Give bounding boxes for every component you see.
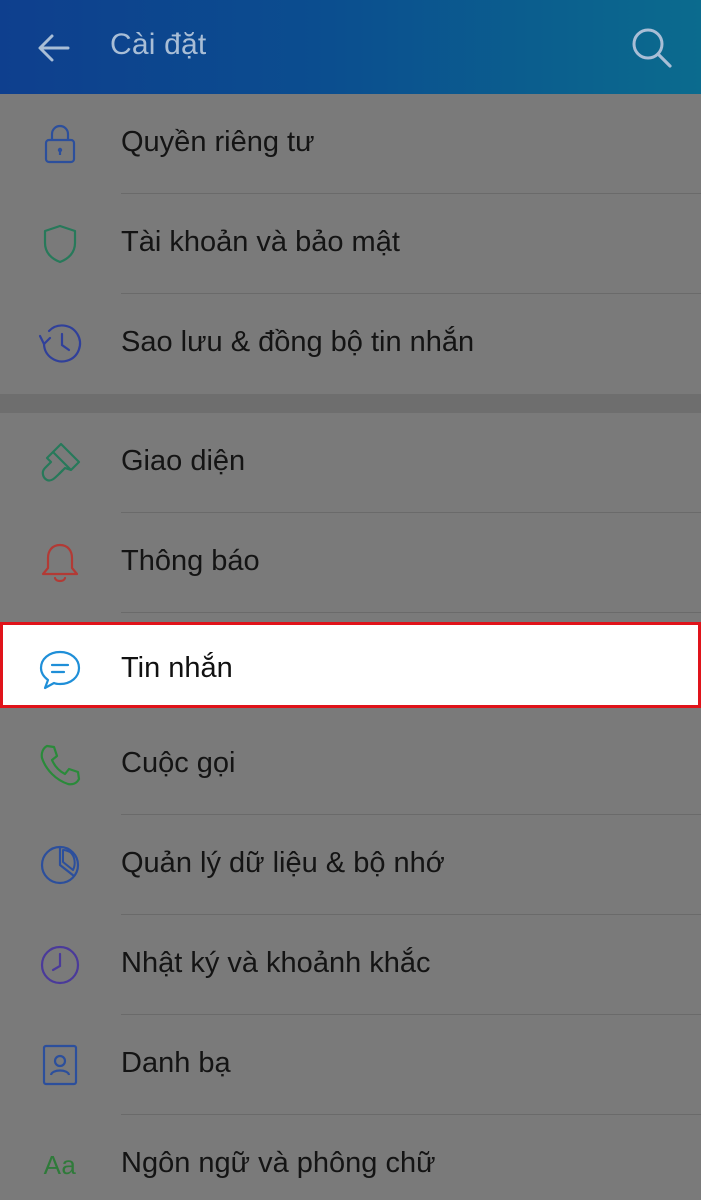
divider <box>121 612 701 613</box>
paint-brush-icon <box>36 439 84 487</box>
app-header: Cài đặt <box>0 0 701 94</box>
settings-item-label: Cuộc gọi <box>121 747 236 779</box>
settings-item-label: Tài khoản và bảo mật <box>121 226 400 258</box>
shield-icon <box>36 220 84 268</box>
arrow-left-icon <box>38 34 70 62</box>
settings-item-data-storage[interactable]: Quản lý dữ liệu & bộ nhớ <box>0 815 701 915</box>
search-icon <box>632 28 672 68</box>
settings-item-calls[interactable]: Cuộc gọi <box>0 715 701 815</box>
settings-item-label: Quản lý dữ liệu & bộ nhớ <box>121 847 445 879</box>
settings-item-diary-moments[interactable]: Nhật ký và khoảnh khắc <box>0 915 701 1015</box>
settings-item-label: Nhật ký và khoảnh khắc <box>121 947 431 979</box>
settings-item-label: Tin nhắn <box>121 652 233 684</box>
settings-item-messages[interactable]: Tin nhắn <box>0 622 701 708</box>
search-button[interactable] <box>626 22 678 74</box>
chat-bubble-icon <box>36 646 84 694</box>
contact-card-icon <box>36 1041 84 1089</box>
settings-item-backup-sync[interactable]: Sao lưu & đồng bộ tin nhắn <box>0 294 701 394</box>
pie-chart-icon <box>36 841 84 889</box>
settings-item-label: Thông báo <box>121 545 260 577</box>
page-title: Cài đặt <box>110 28 207 61</box>
settings-group-account: Quyền riêng tư Tài khoản và bảo mật Sao … <box>0 94 701 394</box>
settings-item-label: Ngôn ngữ và phông chữ <box>121 1147 436 1179</box>
history-clock-icon <box>36 320 84 368</box>
settings-item-privacy[interactable]: Quyền riêng tư <box>0 94 701 194</box>
back-button[interactable] <box>30 24 78 72</box>
settings-item-account-security[interactable]: Tài khoản và bảo mật <box>0 194 701 294</box>
settings-item-label: Giao diện <box>121 445 246 477</box>
settings-item-contacts[interactable]: Danh bạ <box>0 1015 701 1115</box>
clock-icon <box>36 941 84 989</box>
settings-item-appearance[interactable]: Giao diện <box>0 413 701 513</box>
settings-item-label: Quyền riêng tư <box>121 126 315 158</box>
font-aa-icon: Aa <box>43 1149 77 1180</box>
settings-item-language-font[interactable]: Aa Ngôn ngữ và phông chữ <box>0 1115 701 1200</box>
lock-icon <box>36 120 84 168</box>
settings-item-notifications[interactable]: Thông báo <box>0 513 701 613</box>
settings-group-app: Giao diện Thông báo Tin nhắn Cuộc gọi Qu… <box>0 413 701 1200</box>
settings-item-label: Sao lưu & đồng bộ tin nhắn <box>121 326 475 358</box>
phone-icon <box>36 741 84 789</box>
settings-screen: Cài đặt Quyền riêng tư Tài khoản và bảo … <box>0 0 701 1200</box>
bell-icon <box>36 539 84 587</box>
settings-item-label: Danh bạ <box>121 1047 231 1079</box>
section-separator <box>0 394 701 413</box>
